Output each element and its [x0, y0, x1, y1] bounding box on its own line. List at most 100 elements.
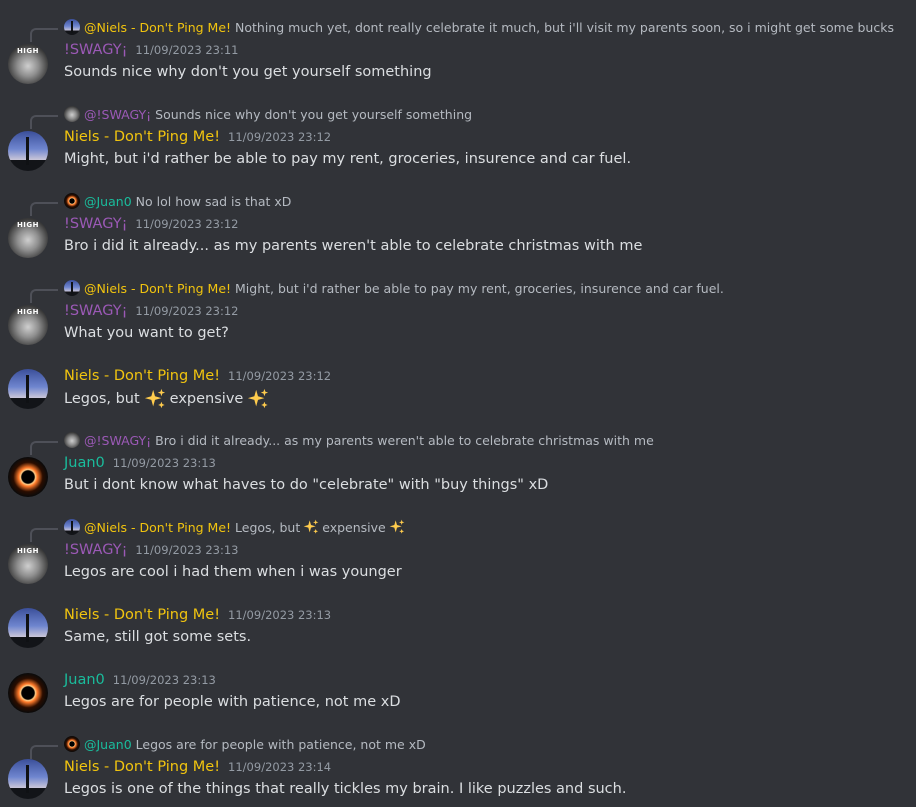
reply-preview[interactable]: @Juan0 No lol how sad is that xD	[64, 192, 291, 210]
author-name[interactable]: !SWAGY¡	[64, 42, 127, 58]
chat-message: @!SWAGY¡ Bro i did it already... as my p…	[0, 431, 916, 501]
timestamp: 11/09/2023 23:13	[112, 456, 216, 470]
author-name[interactable]: Niels - Don't Ping Me!	[64, 607, 220, 623]
timestamp: 11/09/2023 23:11	[135, 43, 239, 57]
message-text: Bro i did it already... as my parents we…	[64, 238, 643, 254]
reply-connector	[30, 745, 58, 759]
sparkles-icon	[389, 519, 405, 534]
chat-message: Juan0 11/09/2023 23:13 Legos are for peo…	[0, 670, 916, 720]
reply-connector	[30, 289, 58, 303]
author-name[interactable]: !SWAGY¡	[64, 303, 127, 319]
message-text: Legos is one of the things that really t…	[64, 781, 627, 797]
reply-preview[interactable]: @Niels - Don't Ping Me! Might, but i'd r…	[64, 279, 724, 297]
reply-connector	[30, 202, 58, 216]
chat-message: @Niels - Don't Ping Me! Legos, but expen…	[0, 518, 916, 588]
reply-text: Nothing much yet, dont really celebrate …	[235, 19, 894, 35]
reply-preview[interactable]: @!SWAGY¡ Sounds nice why don't you get y…	[64, 105, 472, 123]
juan-avatar-icon[interactable]	[8, 457, 48, 497]
message-text-part: expensive	[169, 391, 244, 407]
sparkles-icon	[248, 388, 269, 409]
reply-text: Legos are for people with patience, not …	[135, 736, 426, 752]
message-header: Juan0 11/09/2023 23:13	[64, 672, 216, 688]
reply-text: Bro i did it already... as my parents we…	[155, 432, 654, 448]
message-text: Legos, but expensive	[64, 388, 273, 410]
message-header: Niels - Don't Ping Me! 11/09/2023 23:13	[64, 607, 331, 623]
author-name[interactable]: Juan0	[64, 672, 105, 688]
message-text: Legos are cool i had them when i was you…	[64, 564, 402, 580]
niels-avatar-icon	[64, 280, 80, 296]
message-header: Niels - Don't Ping Me! 11/09/2023 23:14	[64, 759, 331, 775]
message-text: Same, still got some sets.	[64, 629, 252, 645]
reply-preview[interactable]: @Niels - Don't Ping Me! Nothing much yet…	[64, 18, 894, 36]
author-name[interactable]: !SWAGY¡	[64, 216, 127, 232]
message-header: Niels - Don't Ping Me! 11/09/2023 23:12	[64, 129, 331, 145]
message-header: !SWAGY¡ 11/09/2023 23:11	[64, 42, 239, 58]
niels-avatar-icon[interactable]	[8, 759, 48, 799]
chat-message: @Juan0 Legos are for people with patienc…	[0, 735, 916, 805]
chat-message: Niels - Don't Ping Me! 11/09/2023 23:13 …	[0, 605, 916, 655]
author-name[interactable]: !SWAGY¡	[64, 542, 127, 558]
message-text: Sounds nice why don't you get yourself s…	[64, 64, 432, 80]
reply-preview[interactable]: @!SWAGY¡ Bro i did it already... as my p…	[64, 431, 654, 449]
timestamp: 11/09/2023 23:13	[135, 543, 239, 557]
message-text: Might, but i'd rather be able to pay my …	[64, 151, 632, 167]
reply-author[interactable]: @!SWAGY¡	[84, 433, 151, 448]
reply-text-part: Legos, but	[235, 519, 301, 535]
niels-avatar-icon	[64, 519, 80, 535]
message-text: Legos are for people with patience, not …	[64, 694, 401, 710]
swagy-avatar-icon[interactable]: HIGH	[8, 305, 48, 345]
chat-message-list: @Niels - Don't Ping Me! Nothing much yet…	[0, 0, 916, 807]
swagy-avatar-icon	[64, 432, 80, 448]
message-text: What you want to get?	[64, 325, 229, 341]
author-name[interactable]: Niels - Don't Ping Me!	[64, 368, 220, 384]
author-name[interactable]: Juan0	[64, 455, 105, 471]
reply-preview[interactable]: @Niels - Don't Ping Me! Legos, but expen…	[64, 518, 408, 536]
chat-message: @!SWAGY¡ Sounds nice why don't you get y…	[0, 105, 916, 175]
message-text: But i dont know what haves to do "celebr…	[64, 477, 549, 493]
message-header: !SWAGY¡ 11/09/2023 23:12	[64, 216, 239, 232]
reply-text: No lol how sad is that xD	[135, 193, 292, 209]
juan-avatar-icon	[64, 193, 80, 209]
reply-author[interactable]: @Juan0	[84, 194, 132, 209]
reply-preview[interactable]: @Juan0 Legos are for people with patienc…	[64, 735, 426, 753]
timestamp: 11/09/2023 23:12	[135, 304, 239, 318]
swagy-avatar-icon[interactable]: HIGH	[8, 544, 48, 584]
chat-message: @Niels - Don't Ping Me! Nothing much yet…	[0, 18, 916, 88]
reply-connector	[30, 28, 58, 42]
message-header: Juan0 11/09/2023 23:13	[64, 455, 216, 471]
timestamp: 11/09/2023 23:12	[135, 217, 239, 231]
timestamp: 11/09/2023 23:13	[112, 673, 216, 687]
timestamp: 11/09/2023 23:12	[228, 369, 332, 383]
swagy-avatar-icon[interactable]: HIGH	[8, 44, 48, 84]
message-header: !SWAGY¡ 11/09/2023 23:12	[64, 303, 239, 319]
message-header: Niels - Don't Ping Me! 11/09/2023 23:12	[64, 368, 331, 384]
message-text-part: Legos, but	[64, 391, 140, 407]
juan-avatar-icon[interactable]	[8, 673, 48, 713]
chat-message: @Juan0 No lol how sad is that xD HIGH !S…	[0, 192, 916, 262]
reply-author[interactable]: @!SWAGY¡	[84, 107, 151, 122]
reply-text: Might, but i'd rather be able to pay my …	[235, 280, 724, 296]
sparkles-icon	[144, 388, 165, 409]
niels-avatar-icon[interactable]	[8, 369, 48, 409]
reply-text-part: expensive	[322, 519, 386, 535]
reply-author[interactable]: @Niels - Don't Ping Me!	[84, 281, 231, 296]
niels-avatar-icon[interactable]	[8, 608, 48, 648]
reply-connector	[30, 441, 58, 455]
juan-avatar-icon	[64, 736, 80, 752]
reply-author[interactable]: @Juan0	[84, 737, 132, 752]
reply-author[interactable]: @Niels - Don't Ping Me!	[84, 20, 231, 35]
reply-text: Sounds nice why don't you get yourself s…	[155, 106, 473, 122]
niels-avatar-icon	[64, 19, 80, 35]
niels-avatar-icon[interactable]	[8, 131, 48, 171]
timestamp: 11/09/2023 23:14	[228, 760, 332, 774]
author-name[interactable]: Niels - Don't Ping Me!	[64, 129, 220, 145]
swagy-avatar-icon[interactable]: HIGH	[8, 218, 48, 258]
reply-connector	[30, 528, 58, 542]
chat-message: @Niels - Don't Ping Me! Might, but i'd r…	[0, 279, 916, 349]
message-header: !SWAGY¡ 11/09/2023 23:13	[64, 542, 239, 558]
reply-author[interactable]: @Niels - Don't Ping Me!	[84, 520, 231, 535]
author-name[interactable]: Niels - Don't Ping Me!	[64, 759, 220, 775]
timestamp: 11/09/2023 23:13	[228, 608, 332, 622]
reply-connector	[30, 115, 58, 129]
sparkles-icon	[303, 519, 319, 534]
